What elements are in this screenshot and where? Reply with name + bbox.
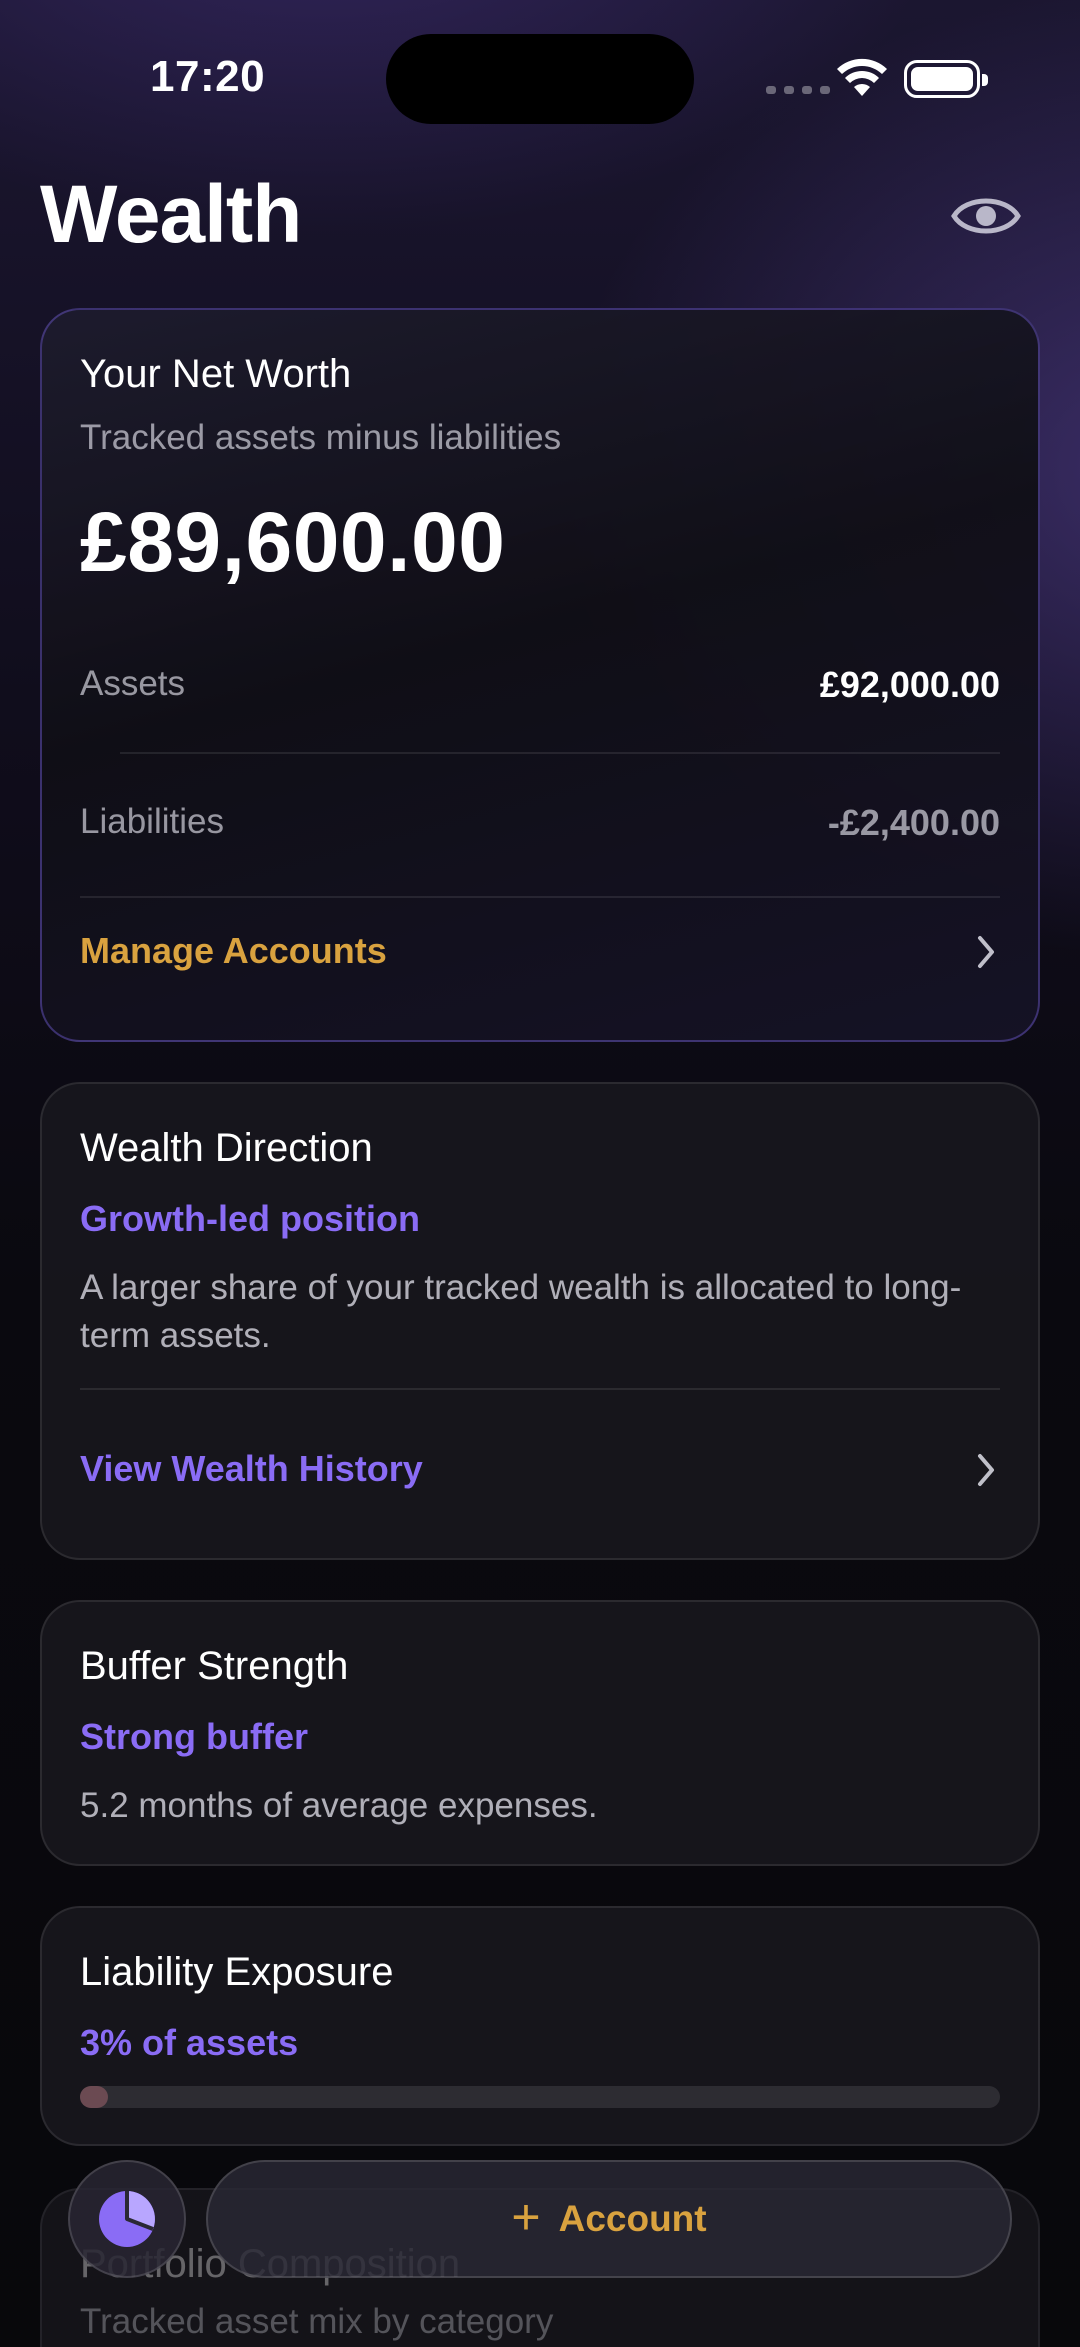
pie-chart-icon	[99, 2191, 155, 2247]
buffer-strength-card: Buffer Strength Strong buffer 5.2 months…	[40, 1600, 1040, 1866]
cellular-signal-icon	[766, 86, 830, 94]
portfolio-composition-subtitle: Tracked asset mix by category	[80, 2302, 554, 2341]
add-account-label: Account	[558, 2198, 707, 2239]
insights-button[interactable]	[68, 2160, 186, 2278]
liability-exposure-status: 3% of assets	[80, 2022, 299, 2063]
buffer-strength-description: 5.2 months of average expenses.	[80, 1786, 598, 1825]
buffer-strength-status: Strong buffer	[80, 1716, 308, 1757]
manage-accounts-label: Manage Accounts	[80, 930, 387, 971]
status-time: 17:20	[150, 52, 266, 101]
chevron-right-icon	[978, 1454, 994, 1486]
liability-exposure-title: Liability Exposure	[80, 1950, 394, 1994]
assets-value: £92,000.00	[819, 664, 1000, 705]
divider	[120, 752, 1000, 754]
liability-progress-track	[80, 2086, 1000, 2108]
liability-exposure-card: Liability Exposure 3% of assets	[40, 1906, 1040, 2146]
net-worth-title: Your Net Worth	[80, 352, 352, 396]
view-wealth-history-button[interactable]: View Wealth History	[42, 1394, 1038, 1554]
dynamic-island	[386, 34, 694, 124]
assets-label: Assets	[80, 664, 186, 703]
status-bar: 17:20	[0, 0, 1080, 150]
manage-accounts-button[interactable]: Manage Accounts	[42, 902, 1038, 1032]
liabilities-value: -£2,400.00	[827, 802, 1000, 843]
battery-icon	[904, 60, 988, 98]
liability-progress-fill	[80, 2086, 108, 2108]
net-worth-amount: £89,600.00	[80, 495, 506, 589]
wealth-direction-card: Wealth Direction Growth-led position A l…	[40, 1082, 1040, 1560]
view-wealth-history-label: View Wealth History	[80, 1448, 423, 1489]
wealth-direction-status: Growth-led position	[80, 1198, 420, 1239]
divider	[80, 1388, 1000, 1390]
net-worth-card: Your Net Worth Tracked assets minus liab…	[40, 308, 1040, 1042]
liabilities-label: Liabilities	[80, 802, 224, 841]
divider	[80, 896, 1000, 898]
wealth-direction-title: Wealth Direction	[80, 1126, 373, 1170]
net-worth-subtitle: Tracked assets minus liabilities	[80, 418, 562, 457]
wealth-direction-description: A larger share of your tracked wealth is…	[80, 1268, 962, 1355]
wifi-icon	[837, 58, 887, 96]
add-account-button[interactable]: + Account	[206, 2160, 1012, 2278]
buffer-strength-title: Buffer Strength	[80, 1644, 349, 1688]
page-title: Wealth	[40, 169, 302, 260]
chevron-right-icon	[978, 936, 994, 968]
plus-icon: +	[511, 2189, 541, 2245]
eye-icon[interactable]	[950, 188, 1022, 244]
